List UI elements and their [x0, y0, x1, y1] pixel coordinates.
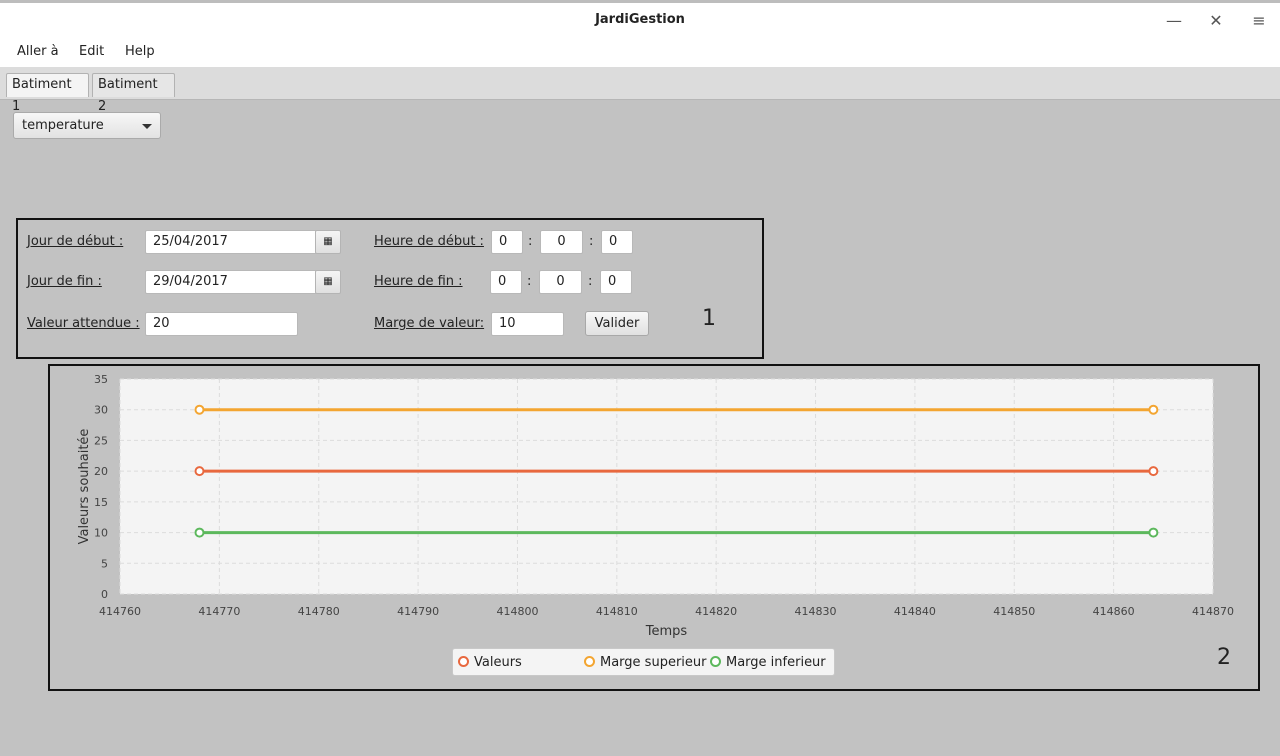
x-tick-label: 414780: [298, 605, 340, 618]
legend-marker: [458, 656, 469, 667]
x-tick-label: 414800: [496, 605, 538, 618]
data-point: [1148, 466, 1159, 477]
legend-marker: [584, 656, 595, 667]
legend-item-marge-inferieur: Marge inferieur: [710, 655, 826, 670]
annotation-2: 2: [1217, 645, 1231, 670]
x-tick-label: 414790: [397, 605, 439, 618]
data-point: [194, 466, 205, 477]
y-tick-label: 10: [94, 527, 108, 540]
legend-item-marge-superieur: Marge superieur: [584, 655, 706, 670]
y-axis-title: Valeurs souhaitée: [77, 429, 92, 545]
data-point: [194, 527, 205, 538]
x-tick-label: 414850: [993, 605, 1035, 618]
x-tick-label: 414760: [99, 605, 141, 618]
legend-item-valeurs: Valeurs: [458, 655, 522, 670]
x-axis-title: Temps: [645, 624, 688, 639]
y-tick-label: 20: [94, 465, 108, 478]
y-tick-label: 35: [94, 373, 108, 386]
y-tick-label: 30: [94, 404, 108, 417]
y-tick-label: 15: [94, 496, 108, 509]
y-tick-label: 5: [101, 557, 108, 570]
x-tick-label: 414830: [795, 605, 837, 618]
x-tick-label: 414810: [596, 605, 638, 618]
chart-legend: Valeurs Marge superieur Marge inferieur: [452, 648, 835, 676]
data-point: [194, 404, 205, 415]
x-tick-label: 414870: [1192, 605, 1234, 618]
line-chart: 414760 414770 414780 414790 414800 414810 4148…: [77, 373, 1234, 639]
data-point: [1148, 527, 1159, 538]
x-tick-label: 414820: [695, 605, 737, 618]
data-point: [1148, 404, 1159, 415]
legend-marker: [710, 656, 721, 667]
plot-area: [120, 379, 1213, 594]
x-tick-label: 414840: [894, 605, 936, 618]
x-tick-label: 414860: [1093, 605, 1135, 618]
y-tick-label: 0: [101, 588, 108, 601]
x-tick-label: 414770: [198, 605, 240, 618]
y-tick-label: 25: [94, 434, 108, 447]
